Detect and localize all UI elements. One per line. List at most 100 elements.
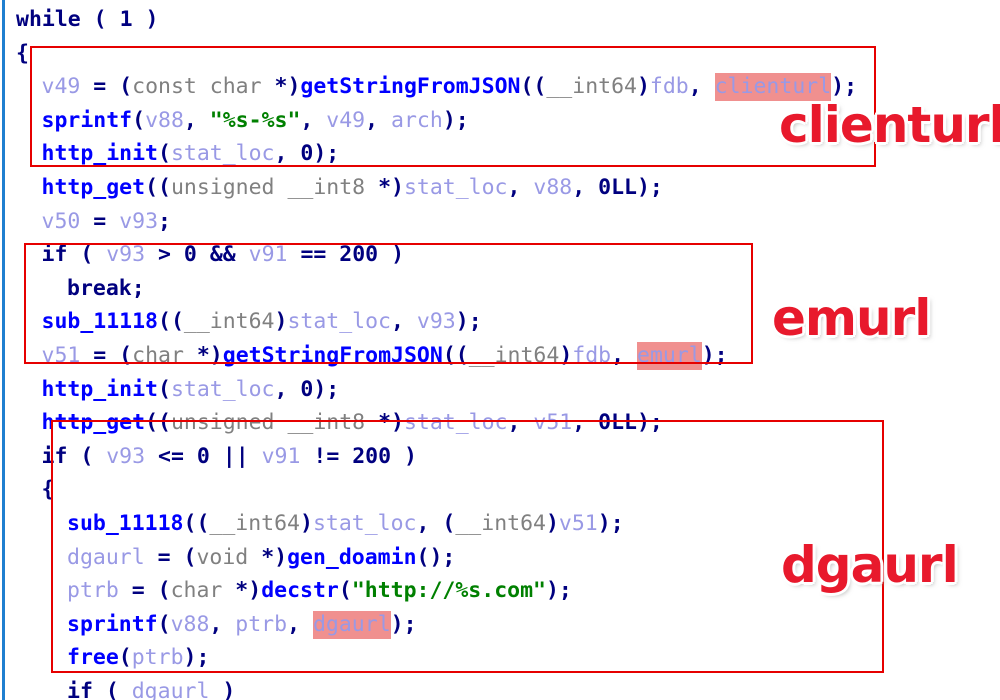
code-token: 200 (339, 242, 379, 268)
code-token: __int64 (209, 511, 300, 536)
code-token: ) (132, 7, 159, 32)
code-token: ) (274, 309, 288, 335)
code-token: , (507, 410, 534, 436)
code-line[interactable]: http_get((unsigned __int8 *)stat_loc, v8… (42, 171, 663, 205)
pseudocode-screenshot: while ( 1 ){v49 = (const char *)getStrin… (0, 0, 1000, 700)
code-token: (( (145, 410, 171, 436)
code-token: *) (235, 578, 262, 604)
code-token: , (572, 175, 599, 200)
code-token: v93 (119, 208, 159, 234)
code-token: const char (132, 74, 275, 100)
code-token: 1 (119, 7, 133, 32)
code-token: , (274, 141, 301, 167)
code-line[interactable]: if ( v93 <= 0 || v91 != 200 ) (42, 440, 417, 474)
code-token: char (132, 343, 197, 368)
code-token: ( (157, 611, 171, 637)
code-token: v93 (106, 242, 146, 268)
code-token: *) (196, 343, 223, 368)
code-token: __int64 (468, 343, 560, 368)
code-token: ); (545, 578, 572, 604)
code-token: { (41, 477, 55, 503)
code-line[interactable]: v51 = (char *)getStringFromJSON((__int64… (42, 339, 728, 373)
code-token: ptrb (67, 578, 119, 604)
code-line[interactable]: ptrb = (char *)decstr("http://%s.com"); (67, 574, 572, 608)
code-token: , (209, 611, 236, 637)
code-line[interactable]: break; (67, 272, 145, 306)
code-token: ) (559, 343, 573, 368)
code-line[interactable]: sub_11118((__int64)stat_loc, (__int64)v5… (67, 507, 624, 541)
code-token: "http://%s.com" (351, 578, 546, 604)
code-token: v93 (416, 309, 456, 335)
code-line[interactable]: if ( dgaurl ) (67, 675, 235, 700)
code-token: ); (313, 376, 340, 402)
code-token: == (287, 242, 340, 268)
code-token: if (41, 443, 68, 469)
code-token: v49 (41, 74, 81, 100)
code-line[interactable]: v49 = (const char *)getStringFromJSON((_… (41, 70, 857, 104)
code-token: = ( (118, 578, 171, 604)
code-token: (( (145, 175, 171, 200)
code-token: dgaurl (67, 544, 145, 570)
code-token: v51 (533, 410, 573, 436)
code-token: ( (80, 7, 120, 32)
code-token: *) (378, 410, 404, 436)
code-line[interactable]: free(ptrb); (67, 641, 209, 675)
code-line[interactable]: sprintf(v88, ptrb, dgaurl); (67, 608, 417, 642)
code-token: , (572, 410, 599, 436)
code-token: , (274, 376, 301, 402)
code-line[interactable]: http_init(stat_loc, 0); (42, 373, 340, 407)
code-token: (); (416, 544, 456, 570)
code-token: ); (313, 141, 340, 167)
code-line[interactable]: { (42, 473, 55, 507)
code-token: while (16, 7, 81, 32)
code-token: 200 (352, 443, 392, 469)
code-token: arch (391, 107, 443, 133)
code-token: http_get (41, 410, 146, 436)
code-token: && (196, 242, 249, 268)
code-token: (( (158, 309, 184, 335)
code-line[interactable]: if ( v93 > 0 && v91 == 200 ) (42, 238, 405, 272)
code-token: v51 (558, 511, 598, 536)
code-token: (( (442, 343, 469, 368)
code-token: ); (390, 611, 417, 637)
code-token: unsigned __int8 (170, 175, 379, 200)
code-token: ( (92, 679, 132, 700)
code-line[interactable]: v50 = v93; (42, 205, 171, 239)
code-token: ) (636, 74, 650, 100)
code-token: ( (158, 376, 171, 402)
code-token: ); (183, 645, 210, 671)
code-token: ) (300, 511, 313, 536)
code-line[interactable]: sub_11118((__int64)stat_loc, v93); (42, 305, 482, 339)
code-token: dgaurl (131, 679, 210, 700)
code-line[interactable]: http_init(stat_loc, 0); (42, 137, 340, 171)
code-token: gen_doamin (287, 544, 417, 570)
code-token: , (611, 343, 637, 368)
code-token: = ( (144, 544, 197, 570)
code-token: ) (391, 443, 417, 469)
code-token: v91 (261, 443, 301, 469)
code-token: v49 (326, 107, 366, 133)
code-token: stat_loc (312, 511, 417, 536)
code-token: ) (209, 679, 236, 700)
code-token: ); (701, 343, 728, 368)
code-line[interactable]: { (16, 37, 29, 71)
code-line[interactable]: sprintf(v88, "%s-%s", v49, arch); (42, 104, 469, 138)
code-token: sub_11118 (67, 511, 184, 536)
code-token: , (287, 611, 313, 637)
code-token: "%s-%s" (209, 107, 301, 133)
code-line[interactable]: dgaurl = (void *)gen_doamin(); (67, 541, 455, 575)
code-token: , (507, 175, 534, 200)
code-line[interactable]: http_get((unsigned __int8 *)stat_loc, v5… (42, 406, 663, 440)
code-token: ); (636, 410, 663, 436)
code-token: if (41, 242, 68, 268)
code-token: 0 (300, 376, 314, 402)
annotation-label-clienturl: clienturl (779, 96, 1000, 154)
code-token: ); (636, 175, 663, 200)
code-token: http_get (41, 175, 146, 200)
code-token: , (391, 309, 417, 335)
code-token: , (183, 107, 210, 133)
code-token: ( (338, 578, 352, 604)
code-line[interactable]: while ( 1 ) (16, 3, 158, 37)
code-token: void (196, 544, 262, 570)
code-token: ); (455, 309, 482, 335)
